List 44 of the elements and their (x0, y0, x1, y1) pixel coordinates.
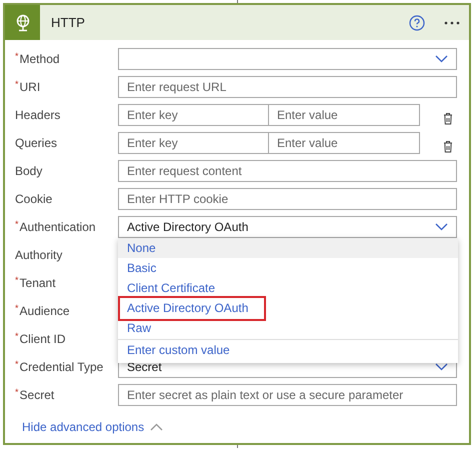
required-mark: * (15, 219, 19, 229)
text-field[interactable]: Enter HTTP cookie (118, 188, 457, 210)
required-mark: * (15, 51, 19, 61)
dropdown-option[interactable]: Basic (118, 258, 458, 278)
field-label: *Client ID (15, 330, 67, 348)
more-options-icon[interactable] (444, 20, 460, 24)
help-icon[interactable] (409, 14, 425, 30)
field-label: *Secret (15, 386, 56, 404)
field-label: Headers (15, 107, 62, 124)
key-field[interactable]: Enter key (118, 104, 269, 126)
text-field[interactable]: Enter request content (118, 160, 457, 182)
dropdown-option[interactable]: None (118, 238, 458, 258)
field-label: *URI (15, 78, 42, 96)
chevron-down-icon (435, 363, 448, 371)
field-label: *Audience (15, 302, 71, 320)
dropdown-option[interactable]: Client Certificate (118, 278, 458, 298)
chevron-down-icon (435, 55, 448, 63)
required-mark: * (15, 387, 19, 397)
text-field[interactable]: Enter secret as plain text or use a secure parameter (118, 384, 457, 406)
field-label: Cookie (15, 191, 54, 208)
text-field[interactable]: Enter request URL (118, 76, 457, 98)
required-mark: * (15, 79, 19, 89)
required-mark: * (15, 303, 19, 313)
field-label: *Authentication (15, 218, 97, 236)
field-label: *Credential Type (15, 358, 104, 376)
dropdown-option[interactable]: Active Directory OAuth (118, 296, 266, 321)
field-label: Queries (15, 135, 58, 152)
required-mark: * (15, 359, 19, 369)
field-label: *Tenant (15, 274, 57, 292)
key-field[interactable]: Enter key (118, 132, 269, 154)
field-label: Authority (15, 247, 64, 264)
value-field[interactable]: Enter value (269, 104, 420, 126)
globe-icon (5, 5, 40, 40)
card-title: HTTP (51, 14, 86, 32)
required-mark: * (15, 331, 19, 341)
field-label: Body (15, 163, 44, 180)
chevron-down-icon (435, 223, 448, 231)
required-mark: * (15, 275, 19, 285)
field-label: *Method (15, 50, 61, 68)
value-field[interactable]: Enter value (269, 132, 420, 154)
dropdown-option[interactable]: Raw (118, 318, 458, 338)
dropdown-field[interactable] (118, 48, 457, 70)
hide-options-link[interactable]: Hide advanced options (22, 418, 144, 436)
dropdown-field[interactable]: Active Directory OAuth (118, 216, 457, 238)
